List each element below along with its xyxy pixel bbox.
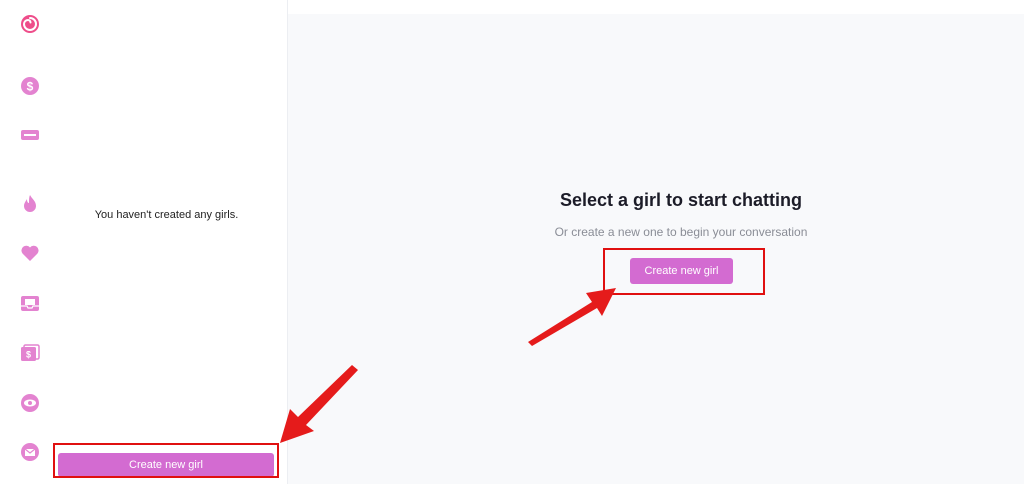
icon-rail: $ $ [0,0,60,484]
girls-list-panel: You haven't created any girls. [60,0,288,484]
empty-list-message: You haven't created any girls. [94,209,239,221]
new-badge-icon[interactable] [19,124,41,146]
coin-icon[interactable]: $ [19,75,41,97]
fire-icon[interactable] [19,193,41,215]
svg-text:$: $ [27,80,34,94]
eye-icon[interactable] [19,392,41,414]
inbox-icon[interactable] [19,292,41,314]
main-create-girl-button[interactable]: Create new girl [630,258,733,284]
chat-main-area: Select a girl to start chatting Or creat… [288,0,1024,484]
empty-state-title: Select a girl to start chatting [559,190,803,210]
top-strip [288,0,1024,14]
svg-text:$: $ [26,350,31,360]
gallery-icon[interactable]: $ [19,342,41,364]
mail-icon[interactable] [19,441,41,463]
heart-icon[interactable] [19,242,41,264]
sidebar-create-girl-button[interactable]: Create new girl [58,453,274,477]
empty-state-subtitle: Or create a new one to begin your conver… [554,225,808,239]
logo-swirl-icon[interactable] [19,13,41,35]
